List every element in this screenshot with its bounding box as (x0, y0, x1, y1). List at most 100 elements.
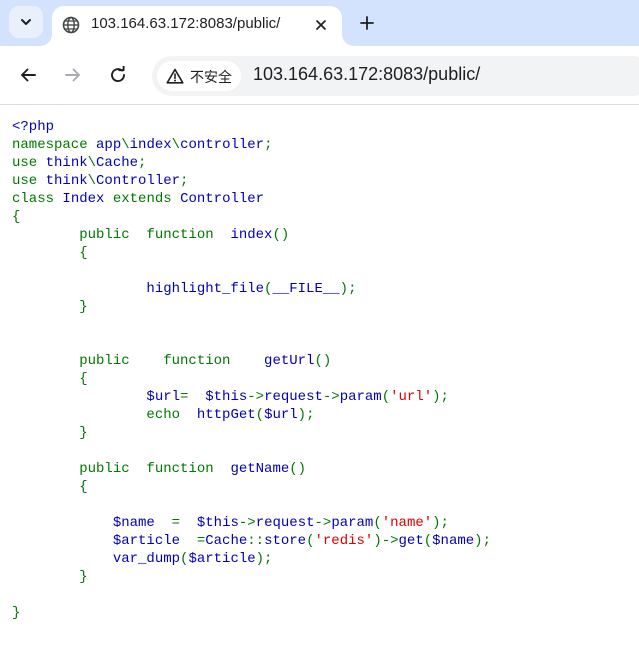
tab-search-button[interactable] (9, 6, 43, 38)
code-token: } (12, 569, 88, 585)
code-token: store (264, 533, 307, 549)
code-token: } (12, 299, 88, 315)
code-token: () (314, 353, 332, 369)
code-line: <?php (12, 118, 491, 136)
tab-close-button[interactable] (310, 14, 332, 36)
code-token: ); (474, 533, 491, 549)
code-token: } (12, 425, 88, 441)
code-token: $article (188, 551, 256, 567)
code-token: { (12, 245, 88, 261)
code-token: \ (121, 137, 130, 153)
code-line: { (12, 478, 491, 496)
code-token: app (96, 137, 122, 153)
back-arrow-icon (21, 68, 36, 82)
code-line: } (12, 424, 491, 442)
code-token: $this (205, 389, 248, 405)
code-token: -> (238, 515, 256, 531)
code-token: $name (432, 533, 475, 549)
code-token: __FILE__ (272, 281, 340, 297)
code-token: \ (87, 155, 97, 171)
code-token: \ (171, 137, 181, 153)
code-token: Index (62, 191, 113, 207)
code-token: param (331, 515, 374, 531)
code-line: highlight_file(__FILE__); (12, 280, 491, 298)
code-token: index (230, 227, 273, 243)
code-line: $article =Cache::store('redis')->get($na… (12, 532, 491, 550)
code-token: ); (432, 515, 449, 531)
code-token: ( (423, 533, 433, 549)
code-line: namespace app\index\controller; (12, 136, 491, 154)
code-token: = (180, 389, 206, 405)
code-token: () (289, 461, 307, 477)
code-token: $url (264, 407, 298, 423)
code-token: -> (322, 389, 340, 405)
code-token: $article (12, 533, 197, 549)
code-token: ; (138, 155, 147, 171)
reload-button[interactable] (104, 61, 132, 89)
code-token: httpGet (196, 407, 256, 423)
tab-active[interactable]: 103.164.63.172:8083/public/ (52, 6, 342, 46)
url-text[interactable]: 103.164.63.172:8083/public/ (253, 64, 480, 85)
code-line: } (12, 604, 491, 622)
tab-title: 103.164.63.172:8083/public/ (91, 15, 281, 32)
code-token: { (12, 209, 21, 225)
page-content: <?php namespace app\index\controller; use … (0, 105, 639, 661)
code-line: { (12, 208, 491, 226)
tab-strip: 103.164.63.172:8083/public/ (0, 0, 639, 46)
code-token: ); (255, 551, 273, 567)
code-token: use (12, 173, 46, 189)
browser-chrome: 103.164.63.172:8083/public/ 不安全 103.164.… (0, 0, 639, 105)
code-token: highlight_file (12, 281, 265, 297)
plus-icon (360, 16, 374, 30)
security-indicator[interactable]: 不安全 (157, 61, 241, 91)
code-token: extends (112, 191, 181, 207)
code-token: <?php (12, 119, 55, 135)
code-token: ); (432, 389, 449, 405)
forward-button[interactable] (59, 61, 87, 89)
security-label: 不安全 (190, 70, 232, 86)
code-token: think (45, 173, 88, 189)
code-token: { (12, 371, 88, 387)
code-token: public function (12, 461, 231, 477)
code-token: ( (381, 389, 391, 405)
code-token: getUrl (264, 353, 315, 369)
code-token: 'redis' (314, 533, 374, 549)
code-token: $name (12, 515, 172, 531)
code-token: -> (314, 515, 332, 531)
code-token: ; (180, 173, 189, 189)
reload-icon (111, 66, 125, 83)
code-token: 'name' (381, 515, 433, 531)
code-line: } (12, 298, 491, 316)
code-token: Cache (205, 533, 248, 549)
back-button[interactable] (14, 61, 42, 89)
code-token: request (255, 515, 315, 531)
code-line: $name = $this->request->param('name'); (12, 514, 491, 532)
code-token: ; (264, 137, 273, 153)
code-token: class (12, 191, 63, 207)
code-token: public function (12, 353, 265, 369)
new-tab-button[interactable] (354, 10, 380, 36)
code-token: echo (12, 407, 197, 423)
code-token: = (196, 533, 206, 549)
code-token: Controller (180, 191, 265, 207)
code-token: get (398, 533, 424, 549)
code-token: \ (87, 173, 97, 189)
code-line: use think\Cache; (12, 154, 491, 172)
address-bar[interactable]: 不安全 103.164.63.172:8083/public/ (152, 56, 639, 96)
code-line: use think\Controller; (12, 172, 491, 190)
code-token: param (339, 389, 382, 405)
code-line: echo httpGet($url); (12, 406, 491, 424)
code-line: { (12, 370, 491, 388)
code-line: } (12, 568, 491, 586)
code-token: $url (12, 389, 181, 405)
code-line: class Index extends Controller (12, 190, 491, 208)
code-line: public function getName() (12, 460, 491, 478)
browser-toolbar: 不安全 103.164.63.172:8083/public/ (0, 46, 639, 105)
code-token: index (129, 137, 172, 153)
code-token: ( (255, 407, 265, 423)
